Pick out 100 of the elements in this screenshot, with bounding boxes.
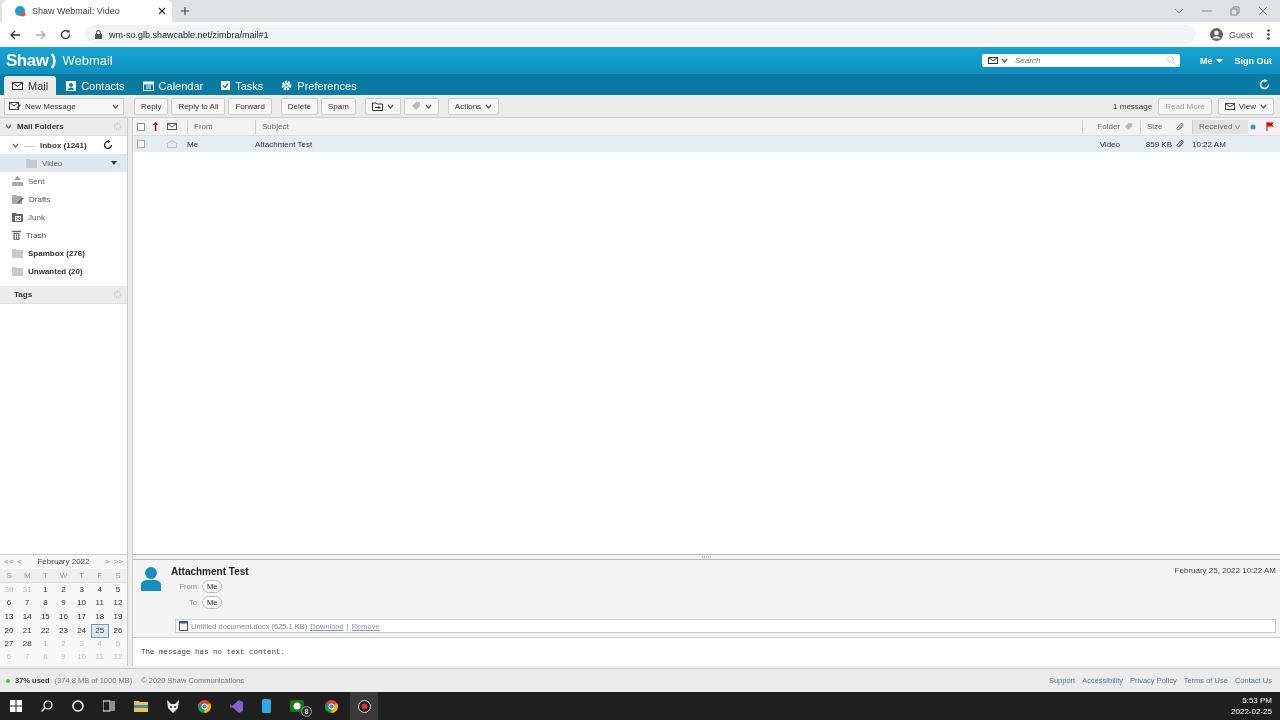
flag-icon[interactable] — [1266, 122, 1274, 131]
folder-item[interactable]: Video — [0, 154, 127, 172]
refresh-icon[interactable] — [103, 140, 113, 150]
paperclip-icon[interactable] — [1176, 121, 1184, 132]
menu-icon[interactable] — [1267, 29, 1270, 40]
browser-icon[interactable] — [325, 699, 338, 713]
calendar-day[interactable]: 25 — [90, 623, 109, 638]
browser-icon[interactable] — [198, 699, 211, 713]
checkbox[interactable] — [137, 140, 145, 148]
column-header[interactable]: Folder — [1082, 119, 1122, 134]
unread-dot-icon[interactable] — [1250, 123, 1256, 130]
app-tab[interactable]: Mail — [4, 76, 57, 95]
weekday-label: T — [41, 570, 49, 580]
app-tab[interactable]: Contacts — [58, 76, 133, 95]
folder-item[interactable]: Sent — [0, 172, 127, 190]
calendar-day[interactable]: 16 — [54, 610, 73, 623]
app-tab[interactable]: Calendar — [134, 76, 212, 95]
new-message-button[interactable]: New Message — [4, 97, 124, 115]
weekday-label: M — [22, 570, 32, 580]
profile-button[interactable]: Guest — [1210, 28, 1253, 41]
calendar-day[interactable]: 17 — [72, 610, 91, 623]
column-header[interactable]: Subject — [255, 119, 1080, 134]
folder-icon[interactable] — [134, 700, 148, 712]
toolbar-button[interactable]: Delete — [280, 97, 318, 115]
calendar-day[interactable]: 22 — [36, 624, 55, 637]
task-view-icon[interactable] — [103, 700, 115, 712]
message-row[interactable]: Me Attachment Test Video 859 KB 10:22 AM — [133, 136, 1280, 152]
folder-item[interactable]: Spambox (276) — [0, 244, 127, 262]
windows-start-icon[interactable] — [10, 700, 22, 712]
calendar-day[interactable]: 15 — [36, 610, 55, 623]
search-bar[interactable]: Search — [982, 54, 1180, 67]
calendar-day[interactable]: 21 — [18, 624, 37, 637]
address-bar[interactable]: wm-so.glb.shawcable.net/zimbra/mail#1 — [85, 25, 1196, 44]
calendar-day[interactable]: 20 — [0, 624, 19, 637]
chevron-down-icon[interactable] — [1174, 8, 1184, 14]
calendar-day[interactable]: 7 — [18, 597, 37, 610]
view-button[interactable]: View — [1217, 97, 1274, 115]
back-icon[interactable] — [10, 29, 21, 40]
calendar-day[interactable]: 18 — [90, 610, 109, 623]
actions-button[interactable]: Actions — [447, 97, 500, 115]
folder-item[interactable]: Inbox (1241) — [0, 136, 127, 154]
calendar-day[interactable]: 12 — [108, 597, 127, 610]
circle-icon[interactable] — [72, 700, 84, 712]
section-header[interactable]: Mail Folders — [0, 118, 127, 136]
next-year-link[interactable]: >> — [113, 557, 123, 566]
caret-icon — [386, 103, 394, 109]
prev-month-link[interactable]: < — [17, 557, 22, 566]
calendar-day[interactable]: 10 — [72, 597, 91, 610]
message-count: 1 message — [1113, 101, 1153, 111]
drag-handle-icon[interactable] — [701, 556, 712, 558]
fox-head-icon[interactable] — [167, 699, 179, 713]
reload-icon[interactable] — [60, 29, 71, 40]
priority-icon[interactable] — [153, 122, 158, 131]
browser-tab[interactable]: Shaw Webmail: Video — [2, 0, 172, 22]
caret-icon[interactable] — [111, 161, 117, 165]
column-header[interactable]: Size — [1140, 119, 1174, 134]
calendar-day[interactable]: 11 — [90, 597, 109, 610]
folder-item[interactable]: Trash — [0, 226, 127, 244]
column-header[interactable]: Received — [1192, 119, 1248, 134]
toolbar-button[interactable]: Forward — [228, 97, 272, 115]
calendar-day[interactable]: 4 — [90, 583, 109, 596]
app-tab[interactable]: Tasks — [213, 76, 272, 95]
folder-item[interactable]: Junk — [0, 208, 127, 226]
section-header[interactable]: Tags — [0, 286, 127, 304]
tab-title: Shaw Webmail: Video — [32, 6, 121, 16]
toolbar-button[interactable]: Reply to All — [171, 97, 226, 115]
calendar-day[interactable]: 13 — [0, 610, 19, 623]
calendar-day[interactable]: 27 — [0, 637, 19, 650]
calendar-day[interactable]: 3 — [72, 583, 91, 596]
clock-date: 2022-02-25 — [1231, 707, 1272, 716]
calendar-day[interactable]: 28 — [18, 637, 37, 650]
move-button[interactable] — [364, 97, 401, 115]
column-header[interactable]: From — [187, 119, 253, 134]
envelope-icon[interactable] — [167, 123, 177, 130]
calendar-day[interactable]: 19 — [108, 610, 127, 623]
toolbar-button[interactable]: Spam — [320, 97, 356, 115]
next-month-link[interactable]: > — [105, 557, 110, 566]
toolbar-button[interactable]: Reply — [134, 97, 169, 115]
calendar-day[interactable]: 14 — [18, 610, 37, 623]
chevron-down-icon[interactable] — [12, 142, 19, 148]
app-tab[interactable]: Preferences — [273, 76, 365, 95]
folder-item[interactable]: Drafts — [0, 190, 127, 208]
taskbar-app-button[interactable] — [350, 692, 378, 720]
calendar-day[interactable]: 5 — [108, 583, 127, 596]
calendar-day[interactable]: 8 — [36, 597, 55, 610]
calendar-day[interactable]: 6 — [0, 597, 19, 610]
prev-year-link[interactable]: << — [4, 557, 14, 566]
search-icon[interactable] — [41, 700, 53, 712]
weekday-label: S — [5, 570, 13, 580]
calendar-day[interactable]: 26 — [108, 624, 127, 637]
calendar-day[interactable]: 24 — [72, 624, 91, 637]
calendar-day[interactable]: 9 — [54, 597, 73, 610]
checkbox[interactable] — [137, 122, 145, 131]
folder-item[interactable]: Unwanted (20) — [0, 262, 127, 280]
calendar-day[interactable]: 23 — [54, 624, 73, 637]
calendar-day[interactable]: 1 — [36, 583, 55, 596]
new-tab-icon[interactable] — [180, 6, 190, 16]
calendar-day[interactable]: 2 — [54, 583, 73, 596]
close-icon[interactable] — [158, 7, 166, 15]
ribbon-icon[interactable] — [230, 699, 243, 713]
